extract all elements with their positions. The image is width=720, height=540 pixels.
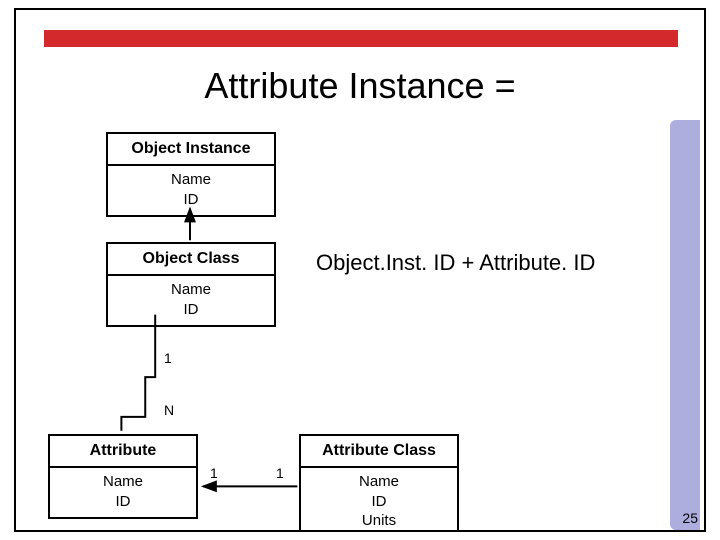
field-label: Name <box>309 472 449 492</box>
field-label: Units <box>309 511 449 531</box>
box-attribute-class: Attribute Class Name ID Units <box>299 434 459 532</box>
cardinality-one-a: 1 <box>164 350 172 366</box>
field-label: Name <box>58 472 188 492</box>
accent-bar <box>44 30 678 47</box>
box-object-class-body: Name ID <box>108 276 274 325</box>
formula-text: Object.Inst. ID + Attribute. ID <box>316 250 595 276</box>
box-attribute-class-body: Name ID Units <box>301 468 457 532</box>
field-label: ID <box>116 300 266 320</box>
box-object-instance-title: Object Instance <box>108 134 274 166</box>
box-object-class-title: Object Class <box>108 244 274 276</box>
decoration-right <box>670 120 700 530</box>
box-object-instance-body: Name ID <box>108 166 274 215</box>
field-label: ID <box>309 492 449 512</box>
page-title: Attribute Instance = <box>16 65 704 107</box>
box-attribute-class-title: Attribute Class <box>301 436 457 468</box>
box-attribute-title: Attribute <box>50 436 196 468</box>
box-attribute-body: Name ID <box>50 468 196 517</box>
cardinality-one-b: 1 <box>210 465 218 481</box>
cardinality-one-c: 1 <box>276 465 284 481</box>
box-object-instance: Object Instance Name ID <box>106 132 276 217</box>
cardinality-n: N <box>164 402 174 418</box>
field-label: ID <box>58 492 188 512</box>
box-attribute: Attribute Name ID <box>48 434 198 519</box>
slide-frame: Attribute Instance = Object Instance Nam… <box>14 8 706 532</box>
field-label: ID <box>116 190 266 210</box>
box-object-class: Object Class Name ID <box>106 242 276 327</box>
page-number: 25 <box>682 510 698 526</box>
field-label: Name <box>116 170 266 190</box>
field-label: Name <box>116 280 266 300</box>
